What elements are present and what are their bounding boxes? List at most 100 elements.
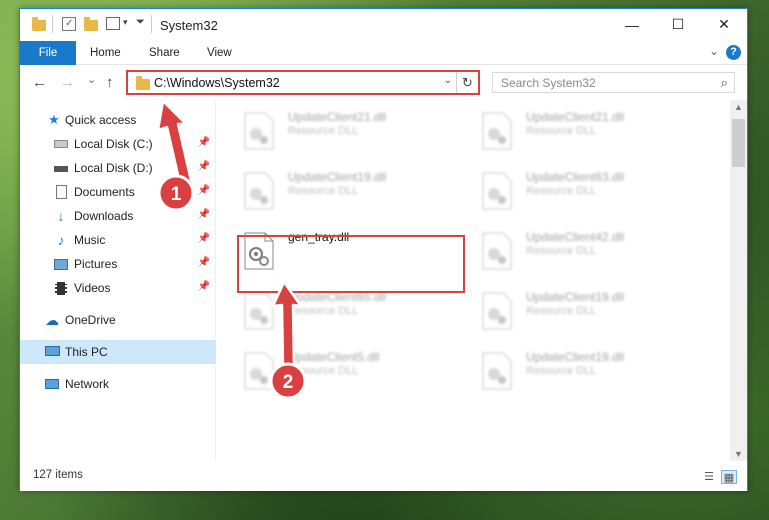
documents-icon <box>53 184 69 200</box>
pin-icon[interactable]: 📌 <box>198 161 210 172</box>
dll-file-icon <box>482 232 512 270</box>
nav-label: Local Disk (D:) <box>74 161 153 175</box>
file-name: UpdateClient19.dll <box>288 170 387 184</box>
downloads-icon: ↓ <box>57 208 65 224</box>
search-input[interactable]: Search System32 ⌕ <box>492 72 735 93</box>
forward-arrow-icon[interactable]: → <box>60 74 75 91</box>
nav-item-videos[interactable]: Videos 📌 <box>20 276 216 300</box>
nav-item-network[interactable]: Network <box>20 372 216 396</box>
file-name: UpdateClient19.dll <box>526 350 625 364</box>
tab-view[interactable]: View <box>207 41 232 65</box>
customize-icon[interactable] <box>106 17 120 30</box>
pin-icon[interactable]: 📌 <box>198 137 210 148</box>
navigation-pane: ★ Quick access Local Disk (C:) 📌 Local D… <box>20 100 216 461</box>
nav-item-this-pc[interactable]: This PC <box>20 340 216 364</box>
nav-label: Music <box>74 233 106 247</box>
scroll-down-icon[interactable]: ▼ <box>730 449 747 459</box>
close-button[interactable]: ✕ <box>701 9 747 40</box>
recent-locations-icon[interactable]: ⌄ <box>87 73 96 86</box>
pin-icon[interactable]: 📌 <box>198 209 210 220</box>
up-arrow-icon[interactable]: ↑ <box>106 74 114 91</box>
pin-icon[interactable]: 📌 <box>198 185 210 196</box>
star-icon: ★ <box>48 112 60 127</box>
file-tile[interactable]: UpdateClient19.dll Resource DLL <box>455 282 685 338</box>
address-dropdown-icon[interactable]: ⌄ <box>444 75 452 86</box>
file-name: UpdateClient21.dll <box>526 110 625 124</box>
videos-icon <box>53 280 69 296</box>
music-icon: ♪ <box>57 232 65 248</box>
explorer-window: ✓ ▾ ⏷ System32 — ☐ ✕ File Home Share Vie… <box>19 8 748 491</box>
file-type: Resource DLL <box>288 305 359 317</box>
details-view-icon[interactable]: ☰ <box>701 470 717 484</box>
vertical-scrollbar[interactable]: ▲ ▼ <box>730 100 747 461</box>
highlight-box <box>237 235 465 293</box>
file-tile[interactable]: UpdateClient19.dll Resource DLL <box>455 342 685 398</box>
computer-icon <box>44 344 60 360</box>
file-tile[interactable]: UpdateClient21.dll Resource DLL <box>455 102 685 158</box>
file-tile[interactable]: UpdateClient5.dll Resource DLL <box>217 342 447 398</box>
nav-label: Local Disk (C:) <box>74 137 153 151</box>
nav-label: Videos <box>74 281 111 295</box>
dll-file-icon <box>244 352 274 390</box>
tab-file[interactable]: File <box>20 41 76 65</box>
search-icon[interactable]: ⌕ <box>721 75 728 91</box>
nav-item-pictures[interactable]: Pictures 📌 <box>20 252 216 276</box>
file-type: Resource DLL <box>288 365 359 377</box>
address-path[interactable]: C:\Windows\System32 <box>154 76 280 90</box>
item-count: 127 items <box>33 469 83 481</box>
file-tile[interactable]: UpdateClient19.dll Resource DLL <box>217 162 447 218</box>
expand-ribbon-icon[interactable]: ⌄ <box>709 44 719 58</box>
nav-item-documents[interactable]: Documents 📌 <box>20 180 216 204</box>
help-icon[interactable]: ? <box>726 45 741 60</box>
nav-label: OneDrive <box>65 313 116 327</box>
drive-icon <box>53 160 69 176</box>
customize-toolbar-icon[interactable]: ⏷ <box>136 16 145 34</box>
nav-label: This PC <box>65 345 108 359</box>
nav-item-downloads[interactable]: ↓ Downloads 📌 <box>20 204 216 228</box>
address-bar[interactable]: C:\Windows\System32 ⌄ ↻ <box>126 70 480 95</box>
dll-file-icon <box>244 292 274 330</box>
file-type: Resource DLL <box>526 365 597 377</box>
maximize-button[interactable]: ☐ <box>655 9 701 40</box>
file-type: Resource DLL <box>526 245 597 257</box>
back-arrow-icon[interactable]: ← <box>32 74 47 91</box>
dll-file-icon <box>482 352 512 390</box>
file-type: Resource DLL <box>288 125 359 137</box>
properties-icon[interactable]: ✓ <box>62 17 76 31</box>
minimize-button[interactable]: — <box>609 9 655 40</box>
pin-icon[interactable]: 📌 <box>198 281 210 292</box>
file-tile[interactable]: UpdateClient42.dll Resource DLL <box>455 222 685 278</box>
pin-icon[interactable]: 📌 <box>198 257 210 268</box>
dll-file-icon <box>244 112 274 150</box>
file-tile[interactable]: UpdateClient63.dll Resource DLL <box>455 162 685 218</box>
file-tile[interactable]: UpdateClient21.dll Resource DLL <box>217 102 447 158</box>
tab-share[interactable]: Share <box>149 41 180 65</box>
nav-item-local-disk-d[interactable]: Local Disk (D:) 📌 <box>20 156 216 180</box>
quick-access-dropdown-icon[interactable]: ▾ <box>123 17 128 35</box>
nav-label: Network <box>65 377 110 391</box>
status-bar: 127 items ☰ ▦ <box>20 465 747 491</box>
file-type: Resource DLL <box>526 125 597 137</box>
scroll-up-icon[interactable]: ▲ <box>730 102 747 112</box>
ribbon: File Home Share View ⌄ ? <box>20 41 747 65</box>
tab-home[interactable]: Home <box>90 41 121 65</box>
cloud-icon: ☁ <box>45 312 59 328</box>
file-name: UpdateClient19.dll <box>526 290 625 304</box>
new-folder-icon[interactable] <box>84 17 98 31</box>
nav-item-local-disk-c[interactable]: Local Disk (C:) 📌 <box>20 132 216 156</box>
nav-quick-access[interactable]: ★ Quick access <box>20 108 216 132</box>
file-name: UpdateClient5.dll <box>288 350 380 364</box>
file-type: Resource DLL <box>526 185 597 197</box>
nav-item-music[interactable]: ♪ Music 📌 <box>20 228 216 252</box>
refresh-icon[interactable]: ↻ <box>456 72 478 93</box>
nav-item-onedrive[interactable]: ☁ OneDrive <box>20 308 216 332</box>
large-icons-view-icon[interactable]: ▦ <box>721 470 737 484</box>
folder-icon <box>136 76 150 90</box>
dll-file-icon <box>244 172 274 210</box>
dll-file-icon <box>482 112 512 150</box>
pin-icon[interactable]: 📌 <box>198 233 210 244</box>
drive-icon <box>53 136 69 152</box>
nav-label: Pictures <box>74 257 118 271</box>
separator <box>151 15 152 33</box>
scroll-thumb[interactable] <box>732 119 745 167</box>
